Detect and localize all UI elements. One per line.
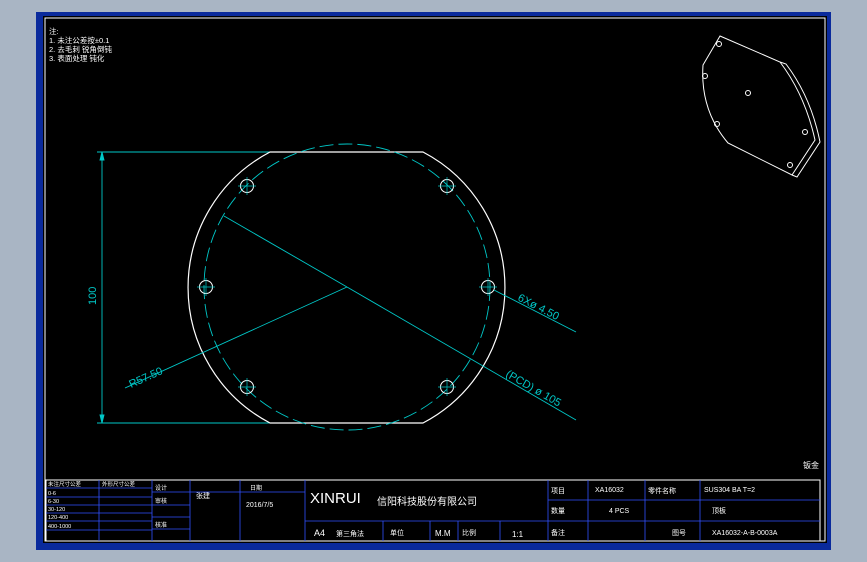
tol-row: 120-400 (48, 515, 68, 521)
tol-row: 0-6 (48, 491, 56, 497)
tol-row: 6-30 (48, 499, 59, 505)
note-line: 1. 未注公差按±0.1 (49, 35, 109, 45)
company-name-cn: 信阳科技股份有限公司 (377, 495, 477, 508)
sheet-size: A4 (314, 528, 325, 538)
qty-value: 4 PCS (609, 508, 630, 515)
tol-header-right: 外形尺寸公差 (102, 480, 136, 488)
material-value: SUS304 BA T=2 (704, 487, 755, 494)
tol-row: 30-120 (48, 507, 65, 513)
height-dimension-label: 100 (87, 287, 99, 305)
note-line: 2. 去毛刺 锐角倒钝 (49, 44, 112, 54)
note-line: 注: (49, 26, 59, 36)
qty-label: 数量 (551, 506, 565, 515)
scale-value: 1:1 (512, 530, 524, 539)
drawing-no-label: 图号 (672, 529, 686, 537)
part-label: 零件名称 (648, 486, 676, 495)
drawing-area (43, 16, 827, 543)
company-name-en: XINRUI (310, 490, 361, 507)
approve-label: 核准 (155, 521, 167, 529)
date-label: 日期 (250, 484, 262, 492)
blank-label: 审核 (155, 497, 167, 505)
drawn-label: 设计 (155, 484, 167, 492)
unit-value: M.M (435, 529, 451, 538)
drawn-by: 张建 (196, 491, 210, 500)
date-value: 2016/7/5 (246, 502, 273, 509)
remark-label: 备注 (551, 528, 565, 537)
tech-mark: 钣金 (803, 460, 819, 470)
cad-viewport: 注: 1. 未注公差按±0.1 2. 去毛刺 锐角倒钝 3. 表面处理 钝化 1… (0, 0, 867, 562)
tol-row: 400-1000 (48, 524, 71, 530)
scale-label: 比例 (462, 528, 476, 537)
drawing-no: XA16032-A-B-0003A (712, 530, 778, 537)
project-value: XA16032 (595, 487, 624, 494)
unit-label: 单位 (390, 528, 404, 537)
projection-angle: 第三角法 (336, 529, 364, 538)
note-line: 3. 表面处理 钝化 (49, 53, 105, 63)
part-name: 顶板 (712, 506, 726, 515)
project-label: 项目 (551, 487, 565, 495)
cad-drawing: 注: 1. 未注公差按±0.1 2. 去毛刺 锐角倒钝 3. 表面处理 钝化 1… (36, 12, 831, 550)
tol-header-left: 未注尺寸公差 (48, 480, 82, 488)
